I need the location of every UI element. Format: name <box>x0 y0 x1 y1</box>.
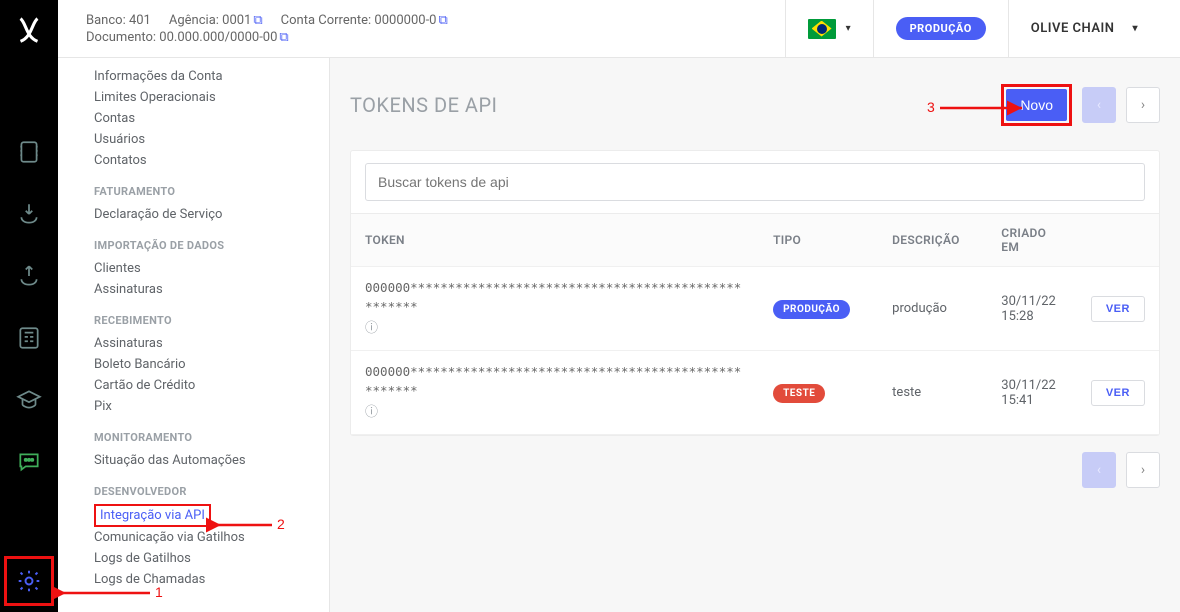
brazil-flag-icon <box>808 19 836 39</box>
page-title: TOKENS DE API <box>350 93 498 117</box>
top-bar: Banco: 401 Agência: 0001⧉ Conta Corrente… <box>58 0 1180 58</box>
help-icon[interactable]: ⓘ <box>365 319 745 339</box>
desc-cell: teste <box>878 351 987 435</box>
sidebar-item[interactable]: Situação das Automações <box>58 450 329 471</box>
account-selector[interactable]: OLIVE CHAIN ▾ <box>1008 0 1160 58</box>
pager-prev-button[interactable]: ‹ <box>1082 87 1116 123</box>
view-button[interactable]: VER <box>1091 380 1145 406</box>
sidebar-item-api-integration[interactable]: Integração via API <box>94 504 211 527</box>
type-badge: PRODUÇÃO <box>773 300 850 319</box>
tokens-table: TOKEN TIPO DESCRIÇÃO CRIADO EM 000000***… <box>351 213 1159 435</box>
account-name: OLIVE CHAIN <box>1031 21 1115 36</box>
new-button-highlight-box: Novo <box>1001 84 1072 126</box>
chat-icon[interactable] <box>9 442 49 482</box>
environment-indicator: PRODUÇÃO <box>873 0 1008 58</box>
help-icon[interactable]: ⓘ <box>365 403 745 423</box>
chevron-down-icon: ▾ <box>846 23 851 34</box>
document-label: Documento: 00.000.000/0000-00 <box>86 30 277 45</box>
env-pill: PRODUÇÃO <box>896 17 986 40</box>
table-row: 000000**********************************… <box>351 351 1159 435</box>
col-token: TOKEN <box>351 214 759 267</box>
sidebar-item[interactable]: Pix <box>58 396 329 417</box>
language-selector[interactable]: ▾ <box>785 0 873 58</box>
search-input[interactable] <box>365 163 1145 201</box>
sidebar-item[interactable]: Contatos <box>58 150 329 171</box>
sidebar-item[interactable]: Informações da Conta <box>58 66 329 87</box>
settings-sidebar: Informações da Conta Limites Operacionai… <box>58 58 330 612</box>
sidebar-item[interactable]: Logs de Chamadas <box>58 569 329 590</box>
view-button[interactable]: VER <box>1091 296 1145 322</box>
copy-icon[interactable]: ⧉ <box>279 30 288 45</box>
new-token-button[interactable]: Novo <box>1006 89 1067 121</box>
sidebar-section-title: RECEBIMENTO <box>58 300 329 333</box>
sidebar-section-title: MONITORAMENTO <box>58 417 329 450</box>
pager-next-button[interactable]: › <box>1126 87 1160 123</box>
sidebar-item[interactable]: Cartão de Crédito <box>58 375 329 396</box>
table-row: 000000**********************************… <box>351 267 1159 351</box>
bank-label: Banco: 401 <box>86 13 151 28</box>
icon-rail <box>0 0 58 612</box>
pager-prev-button[interactable]: ‹ <box>1082 452 1116 488</box>
sidebar-item[interactable]: Assinaturas <box>58 333 329 354</box>
sidebar-item[interactable]: Assinaturas <box>58 279 329 300</box>
copy-icon[interactable]: ⧉ <box>438 13 447 28</box>
sidebar-section-title: DESENVOLVEDOR <box>58 471 329 504</box>
account-number-label: Conta Corrente: 0000000-0 <box>281 13 437 28</box>
chevron-down-icon: ▾ <box>1132 23 1138 34</box>
tokens-panel: TOKEN TIPO DESCRIÇÃO CRIADO EM 000000***… <box>350 150 1160 436</box>
settings-highlight-box <box>4 556 54 606</box>
sidebar-item[interactable]: Declaração de Serviço <box>58 204 329 225</box>
receive-icon[interactable] <box>9 194 49 234</box>
agency-label: Agência: 0001 <box>169 13 252 28</box>
sidebar-item[interactable]: Usuários <box>58 129 329 150</box>
copy-icon[interactable]: ⧉ <box>253 13 262 28</box>
col-desc: DESCRIÇÃO <box>878 214 987 267</box>
education-icon[interactable] <box>9 380 49 420</box>
gear-icon[interactable] <box>9 561 49 601</box>
token-value: 000000**********************************… <box>365 364 741 398</box>
col-created: CRIADO EM <box>987 214 1077 267</box>
send-icon[interactable] <box>9 256 49 296</box>
main-content: TOKENS DE API Novo ‹ › TOKEN TIPO DESCRI… <box>330 58 1180 612</box>
ledger-icon[interactable] <box>9 132 49 172</box>
sidebar-item[interactable]: Contas <box>58 108 329 129</box>
sidebar-item[interactable]: Limites Operacionais <box>58 87 329 108</box>
sidebar-item[interactable]: Logs de Gatilhos <box>58 548 329 569</box>
created-cell: 30/11/22 15:41 <box>987 351 1077 435</box>
desc-cell: produção <box>878 267 987 351</box>
app-logo-icon[interactable] <box>9 10 49 50</box>
type-badge: TESTE <box>773 384 825 403</box>
token-value: 000000**********************************… <box>365 280 741 314</box>
calc-icon[interactable] <box>9 318 49 358</box>
col-type: TIPO <box>759 214 878 267</box>
sidebar-section-title: IMPORTAÇÃO DE DADOS <box>58 225 329 258</box>
sidebar-item[interactable]: Boleto Bancário <box>58 354 329 375</box>
sidebar-section-title: FATURAMENTO <box>58 171 329 204</box>
sidebar-item[interactable]: Clientes <box>58 258 329 279</box>
bank-info: Banco: 401 Agência: 0001⧉ Conta Corrente… <box>86 13 448 45</box>
created-cell: 30/11/22 15:28 <box>987 267 1077 351</box>
pager-next-button[interactable]: › <box>1126 452 1160 488</box>
sidebar-item[interactable]: Comunicação via Gatilhos <box>58 527 329 548</box>
